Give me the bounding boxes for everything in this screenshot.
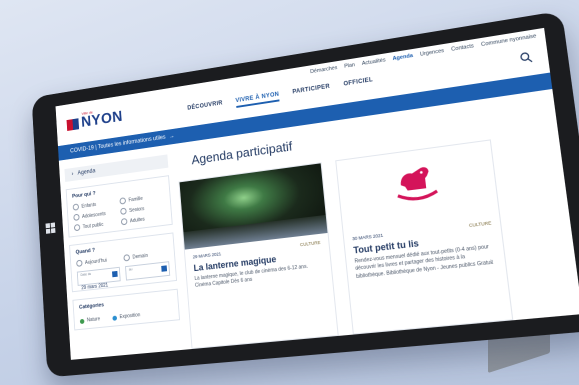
event-card[interactable]: 30 MARS 2021 CULTURE Tout petit tu lis R… — [335, 139, 513, 334]
filters-sidebar: › Agenda Pour qui ? Enfants Famille Adol… — [64, 154, 182, 359]
nav-item-officiel[interactable]: OFFICIEL — [343, 77, 373, 91]
filter-pour-qui: Pour qui ? Enfants Famille Adolescents S… — [66, 175, 173, 237]
filter-option-demain[interactable]: Demain — [123, 250, 168, 262]
top-link-agenda[interactable]: Agenda — [392, 53, 413, 62]
browser-page: Démarches Plan Actualités Agenda Urgence… — [56, 28, 579, 360]
top-link[interactable]: Démarches — [310, 65, 338, 75]
nav-item-vivre[interactable]: VIVRE À NYON — [235, 92, 280, 108]
alert-text: COVID-19 | Toutes les informations utile… — [70, 135, 166, 155]
search-icon[interactable] — [519, 50, 533, 64]
filter-option-aujourdhui[interactable]: Aujourd'hui — [76, 255, 120, 267]
date-from-input[interactable]: Date du 29 mars 2021 — [77, 267, 121, 286]
category-exposition[interactable]: Exposition — [112, 312, 140, 321]
sidebar-head-label: Agenda — [77, 168, 95, 176]
top-link[interactable]: Contacts — [451, 43, 474, 53]
filter-quand: Quand ? Aujourd'hui Demain Date du 29 ma… — [69, 232, 177, 292]
category-nature[interactable]: Nature — [80, 316, 101, 324]
coat-of-arms-icon — [67, 118, 80, 131]
top-link[interactable]: Commune nyonnaise — [481, 33, 537, 48]
top-link[interactable]: Actualités — [362, 57, 386, 67]
nav-item-decouvrir[interactable]: DÉCOUVRIR — [187, 101, 223, 116]
top-links-bar: Démarches Plan Actualités Agenda Urgence… — [56, 28, 546, 119]
tablet-bezel: Démarches Plan Actualités Agenda Urgence… — [32, 11, 579, 378]
filter-categories: Catégories Nature Exposition — [72, 289, 180, 331]
rocking-horse-icon — [393, 160, 441, 204]
calendar-icon[interactable] — [161, 265, 167, 271]
chevron-right-icon: › — [71, 172, 73, 178]
windows-logo-icon — [46, 222, 57, 234]
arrow-right-icon: → — [169, 133, 175, 139]
calendar-icon[interactable] — [112, 271, 118, 277]
filter-option-tout-public[interactable]: Tout public — [74, 219, 118, 231]
event-card[interactable]: 29 MARS 2021 CULTURE La lanterne magique… — [179, 162, 339, 349]
top-link[interactable]: Urgences — [420, 48, 445, 58]
nav-item-participer[interactable]: PARTICIPER — [292, 84, 330, 99]
date-to-input[interactable]: au — [125, 261, 170, 280]
tablet: Démarches Plan Actualités Agenda Urgence… — [0, 0, 579, 385]
page-title: Agenda participatif — [191, 139, 293, 168]
top-link[interactable]: Plan — [344, 62, 355, 70]
filter-option-adultes[interactable]: Adultes — [121, 213, 166, 225]
